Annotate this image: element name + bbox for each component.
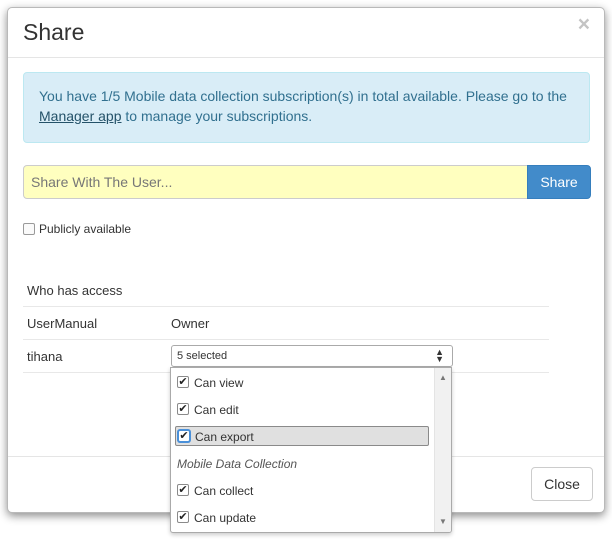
publicly-available-checkbox[interactable] <box>23 223 35 235</box>
alert-text-after: to manage your subscriptions. <box>121 108 313 124</box>
sort-arrows-icon: ▲ ▼ <box>435 347 444 364</box>
permission-option-label: Can export <box>195 430 254 444</box>
permissions-dropdown: ✔ Can view ✔ Can edit ✔ Can export Mobil… <box>170 367 452 533</box>
who-has-access-heading: Who has access <box>27 283 123 298</box>
scroll-up-icon[interactable]: ▲ <box>439 374 447 382</box>
permission-option-label: Can edit <box>194 403 239 417</box>
permission-group-label: Mobile Data Collection <box>177 457 298 471</box>
access-user: tihana <box>27 349 63 364</box>
permission-option-label: Can collect <box>194 484 254 498</box>
subscription-alert: You have 1/5 Mobile data collection subs… <box>23 72 590 143</box>
share-user-input[interactable] <box>23 165 528 199</box>
alert-text-before: You have 1/5 Mobile data collection subs… <box>39 88 567 104</box>
share-user-group: Share <box>23 165 591 199</box>
permissions-select-value: 5 selected <box>177 350 228 362</box>
access-user: UserManual <box>27 316 98 331</box>
checkbox-icon[interactable]: ✔ <box>177 511 189 523</box>
permission-option-can-export[interactable]: ✔ Can export <box>175 426 429 446</box>
permission-option-label: Can update <box>194 511 257 525</box>
permission-option-can-edit[interactable]: ✔ Can edit <box>175 400 429 420</box>
checkbox-icon[interactable]: ✔ <box>177 484 189 496</box>
checkbox-icon[interactable]: ✔ <box>177 403 189 415</box>
manager-app-link[interactable]: Manager app <box>39 108 122 124</box>
share-button[interactable]: Share <box>527 165 591 199</box>
permission-option-can-view[interactable]: ✔ Can view <box>175 373 429 393</box>
publicly-available-label: Publicly available <box>39 222 132 236</box>
permission-option-can-update[interactable]: ✔ Can update <box>175 508 429 528</box>
permission-option-can-collect[interactable]: ✔ Can collect <box>175 481 429 501</box>
scroll-down-icon[interactable]: ▼ <box>439 518 447 526</box>
checkbox-icon[interactable]: ✔ <box>178 430 190 442</box>
dialog-header: Share × <box>8 8 604 58</box>
access-table: Who has access UserManual Owner tihana 5… <box>23 274 549 373</box>
dropdown-scrollbar[interactable]: ▲ ▼ <box>434 368 451 532</box>
permissions-select[interactable]: 5 selected ▲ ▼ <box>171 345 453 367</box>
dialog-title: Share <box>23 19 85 45</box>
access-role: Owner <box>171 316 210 331</box>
access-header-row: Who has access <box>23 274 549 307</box>
access-row: UserManual Owner <box>23 307 549 340</box>
close-icon[interactable]: × <box>578 13 590 37</box>
permission-option-label: Can view <box>194 376 244 390</box>
close-button[interactable]: Close <box>531 467 593 501</box>
checkbox-icon[interactable]: ✔ <box>177 376 189 388</box>
